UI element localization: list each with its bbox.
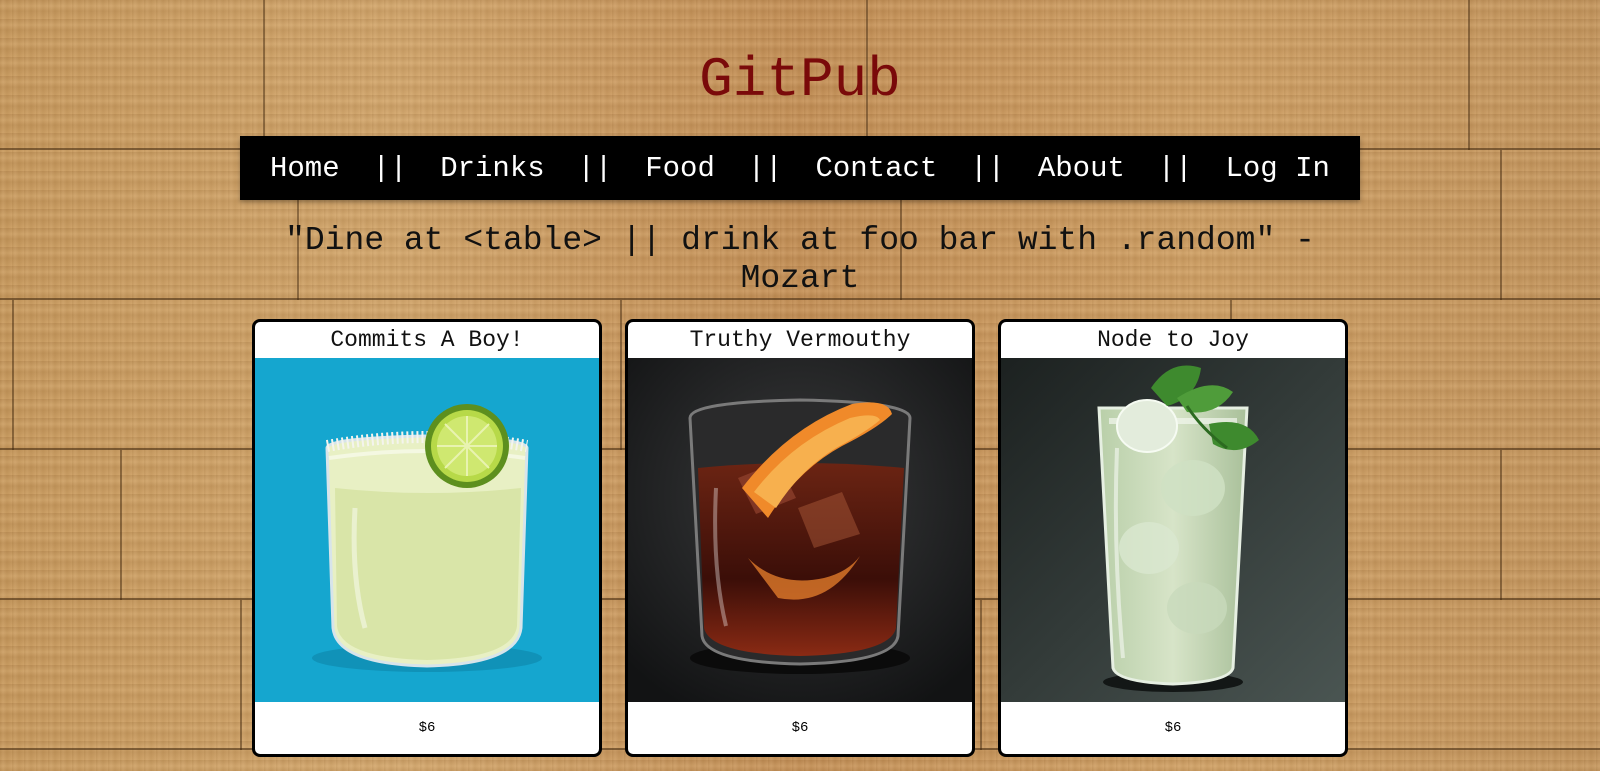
- drink-card[interactable]: Truthy Vermouthy $6: [625, 319, 975, 757]
- nav-log-in[interactable]: Log In: [1225, 152, 1329, 185]
- nav-contact[interactable]: Contact: [815, 152, 937, 185]
- nav-separator: ||: [1157, 151, 1193, 185]
- drink-card[interactable]: Commits A Boy! $6: [252, 319, 602, 757]
- drink-name: Truthy Vermouthy: [689, 327, 911, 353]
- margarita-photo: [255, 358, 599, 702]
- drink-price: $6: [418, 720, 436, 736]
- main-nav: Home || Drinks || Food || Contact || Abo…: [240, 136, 1360, 200]
- nav-separator: ||: [747, 151, 783, 185]
- nav-food[interactable]: Food: [645, 152, 715, 185]
- nav-separator: ||: [372, 151, 408, 185]
- drink-price: $6: [1164, 720, 1182, 736]
- drink-price: $6: [791, 720, 809, 736]
- site-title: GitPub: [699, 48, 901, 112]
- nav-home[interactable]: Home: [270, 152, 340, 185]
- nav-separator: ||: [970, 151, 1005, 185]
- nav-separator: ||: [577, 151, 613, 185]
- drink-name: Commits A Boy!: [330, 327, 524, 353]
- vermouth-cocktail-photo: [628, 358, 972, 702]
- drink-card[interactable]: Node to Joy $6: [998, 319, 1348, 757]
- drink-name: Node to Joy: [1097, 327, 1249, 353]
- tagline-quote: "Dine at <table> || drink at foo bar wit…: [285, 222, 1315, 297]
- mint-highball-photo: [1001, 358, 1345, 702]
- nav-drinks[interactable]: Drinks: [440, 152, 544, 185]
- nav-about[interactable]: About: [1038, 152, 1125, 185]
